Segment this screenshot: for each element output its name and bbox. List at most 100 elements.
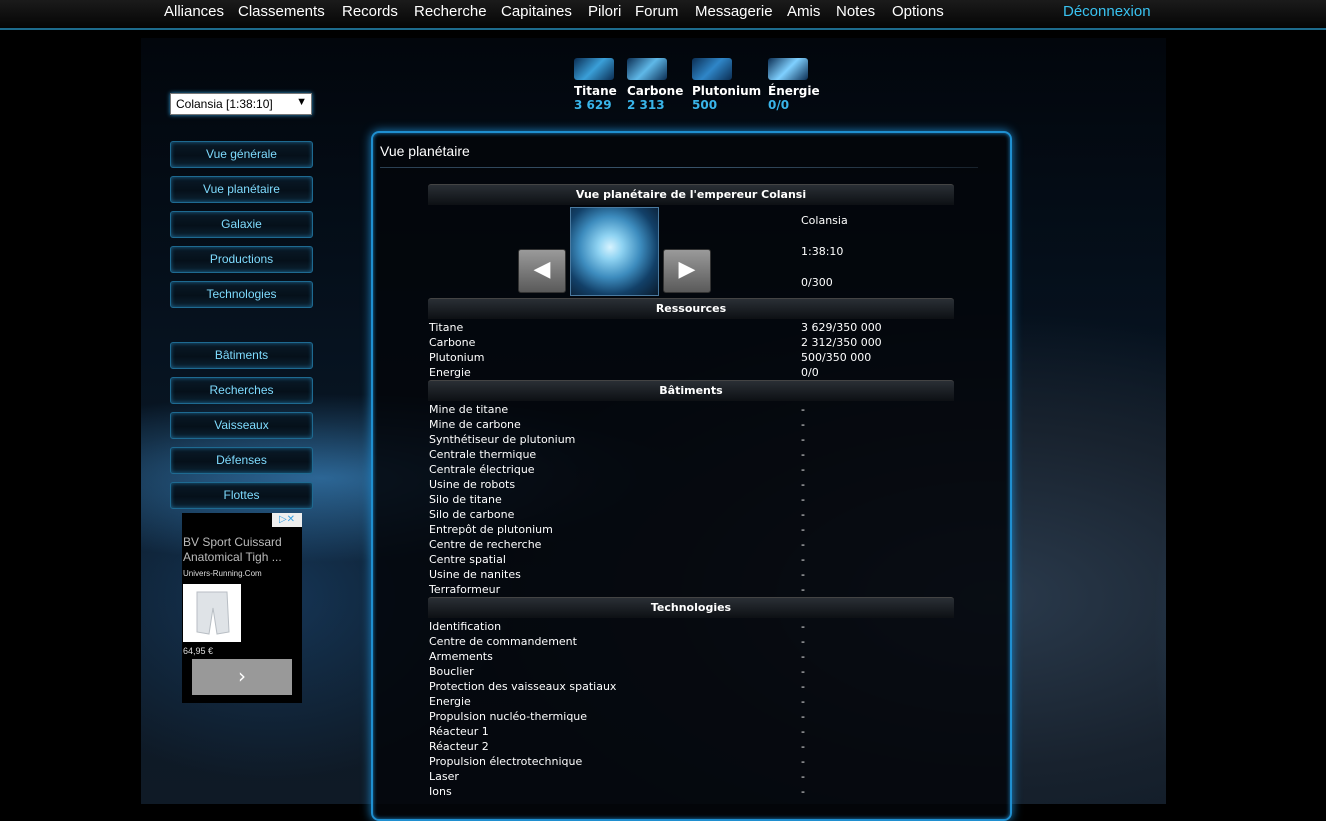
planet-fields: 0/300 [801, 276, 833, 289]
table-row: Armements - [429, 649, 954, 664]
table-row: Mine de titane - [429, 402, 954, 417]
sidebar-item-b-timents[interactable]: Bâtiments [170, 342, 313, 369]
table-row: Laser - [429, 769, 954, 784]
row-value: - [801, 770, 805, 783]
table-row: Centre de recherche - [429, 537, 954, 552]
table-row: Synthétiseur de plutonium - [429, 432, 954, 447]
sidebar-item-vaisseaux[interactable]: Vaisseaux [170, 412, 313, 439]
row-value: - [801, 448, 805, 461]
ad-close-icon[interactable]: ▷✕ [272, 513, 302, 527]
logout-link[interactable]: Déconnexion [1063, 3, 1151, 20]
table-row: Usine de robots - [429, 477, 954, 492]
ad-price: 64,95 € [183, 646, 214, 656]
nav-classements[interactable]: Classements [238, 3, 325, 20]
row-label: Laser [429, 770, 459, 783]
plutonium-icon [692, 58, 732, 80]
row-label: Synthétiseur de plutonium [429, 433, 576, 446]
ad-next-button[interactable]: › [192, 659, 292, 695]
table-row: Propulsion nucléo-thermique - [429, 709, 954, 724]
table-row: Centrale électrique - [429, 462, 954, 477]
sidebar-item-galaxie[interactable]: Galaxie [170, 211, 313, 238]
row-label: Usine de nanites [429, 568, 521, 581]
nav-forum[interactable]: Forum [635, 3, 678, 20]
section-header-ressources: Ressources [428, 298, 954, 319]
nav-messagerie[interactable]: Messagerie [695, 3, 773, 20]
table-row: Carbone 2 312/350 000 [429, 335, 954, 350]
nav-capitaines[interactable]: Capitaines [501, 3, 572, 20]
row-value: - [801, 463, 805, 476]
row-label: Armements [429, 650, 493, 663]
row-value: 3 629/350 000 [801, 321, 882, 334]
table-row: Protection des vaisseaux spatiaux - [429, 679, 954, 694]
row-value: - [801, 523, 805, 536]
row-value: - [801, 583, 805, 596]
planet-select-value: Colansia [1:38:10] [176, 97, 273, 111]
table-row: Silo de titane - [429, 492, 954, 507]
row-label: Identification [429, 620, 502, 633]
table-row: Réacteur 1 - [429, 724, 954, 739]
planet-image [570, 207, 659, 296]
carbone-icon [627, 58, 667, 80]
next-planet-button[interactable]: ▶ [663, 249, 711, 293]
row-label: Silo de titane [429, 493, 502, 506]
planet-coords: 1:38:10 [801, 245, 844, 258]
row-value: - [801, 620, 805, 633]
sidebar-item-d-fenses[interactable]: Défenses [170, 447, 313, 474]
resource-value: 2 313 [627, 98, 665, 112]
previous-planet-button[interactable]: ◀ [518, 249, 566, 293]
sidebar-item-vue-plan-taire[interactable]: Vue planétaire [170, 176, 313, 203]
row-label: Bouclier [429, 665, 474, 678]
table-row: Entrepôt de plutonium - [429, 522, 954, 537]
row-value: - [801, 538, 805, 551]
table-row: Energie - [429, 694, 954, 709]
table-row: Réacteur 2 - [429, 739, 954, 754]
row-label: Plutonium [429, 351, 485, 364]
ad-title[interactable]: BV Sport Cuissard Anatomical Tigh ... [183, 535, 301, 565]
table-row: Bouclier - [429, 664, 954, 679]
row-value: - [801, 403, 805, 416]
table-row: Silo de carbone - [429, 507, 954, 522]
row-value: - [801, 710, 805, 723]
resource-value: 0/0 [768, 98, 790, 112]
sidebar-item-technologies[interactable]: Technologies [170, 281, 313, 308]
resource-label: Énergie [768, 84, 820, 98]
advertisement[interactable]: ▷✕ BV Sport Cuissard Anatomical Tigh ...… [182, 513, 302, 703]
ad-image[interactable] [183, 584, 241, 642]
row-value: 0/0 [801, 366, 819, 379]
sidebar-item-vue-g-n-rale[interactable]: Vue générale [170, 141, 313, 168]
planet-select[interactable]: Colansia [1:38:10] ▼ [170, 93, 312, 115]
resource-1: Carbone 2 313 [627, 58, 683, 112]
resource-label: Carbone [627, 84, 684, 98]
row-label: Titane [429, 321, 464, 334]
sidebar-item-flottes[interactable]: Flottes [170, 482, 313, 509]
row-value: - [801, 695, 805, 708]
row-value: 500/350 000 [801, 351, 872, 364]
table-row: Identification - [429, 619, 954, 634]
row-label: Silo de carbone [429, 508, 515, 521]
row-value: - [801, 725, 805, 738]
ad-domain: Univers-Running.Com [183, 569, 262, 578]
table-row: Mine de carbone - [429, 417, 954, 432]
nav-pilori[interactable]: Pilori [588, 3, 621, 20]
resource-value: 500 [692, 98, 718, 112]
row-value: - [801, 680, 805, 693]
nav-records[interactable]: Records [342, 3, 398, 20]
row-value: - [801, 650, 805, 663]
nav-recherche[interactable]: Recherche [414, 3, 487, 20]
nav-notes[interactable]: Notes [836, 3, 875, 20]
sidebar-item-productions[interactable]: Productions [170, 246, 313, 273]
nav-amis[interactable]: Amis [787, 3, 820, 20]
row-value: - [801, 755, 805, 768]
table-row: Centrale thermique - [429, 447, 954, 462]
table-row: Centre de commandement - [429, 634, 954, 649]
row-label: Mine de carbone [429, 418, 521, 431]
nav-options[interactable]: Options [892, 3, 944, 20]
row-value: - [801, 508, 805, 521]
table-row: Centre spatial - [429, 552, 954, 567]
nav-alliances[interactable]: Alliances [164, 3, 224, 20]
row-label: Ions [429, 785, 452, 798]
row-value: - [801, 553, 805, 566]
resource-2: Plutonium 500 [692, 58, 761, 112]
sidebar-item-recherches[interactable]: Recherches [170, 377, 313, 404]
row-value: - [801, 433, 805, 446]
